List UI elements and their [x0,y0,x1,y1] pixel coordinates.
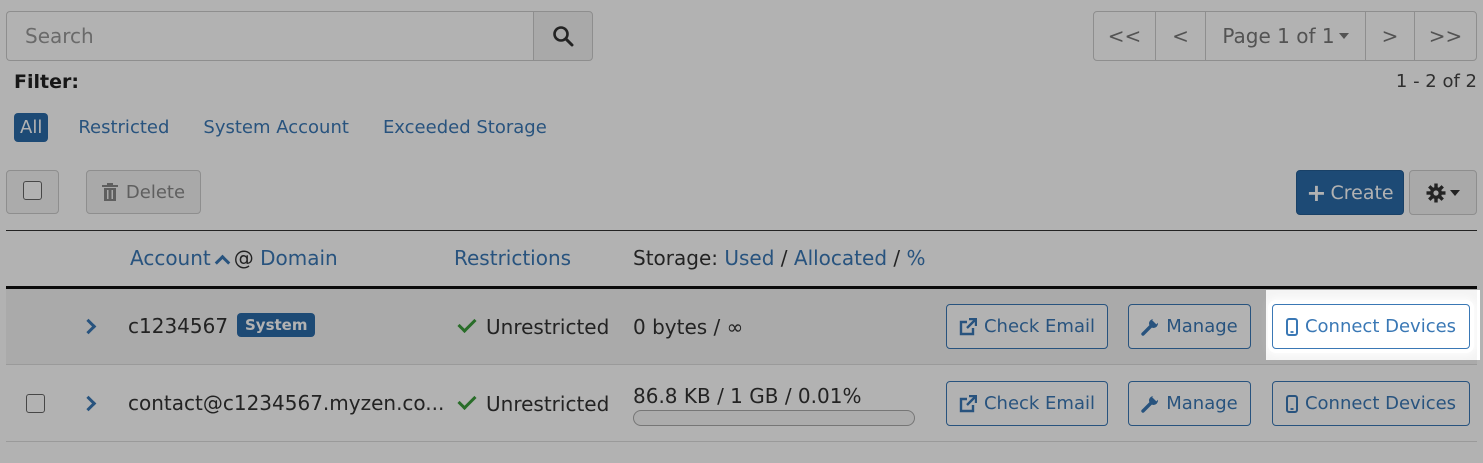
settings-dropdown-button[interactable] [1409,170,1477,215]
wrench-icon [1141,394,1160,413]
check-email-button[interactable]: Check Email [946,304,1108,349]
trash-icon [101,183,118,201]
restriction-status: Unrestricted [486,315,610,339]
external-link-icon [959,317,977,335]
connect-devices-button[interactable]: Connect Devices [1272,304,1470,349]
connect-devices-label: Connect Devices [1304,393,1457,414]
sort-percent[interactable]: % [906,246,925,270]
filter-tabs: All Restricted System Account Exceeded S… [14,113,577,142]
column-header-restrictions[interactable]: Restrictions [454,246,571,270]
create-label: Create [1330,181,1394,204]
manage-label: Manage [1166,393,1238,414]
account-name: contact@c1234567.myzen.co... [128,391,445,415]
prev-page-button[interactable]: < [1155,11,1206,61]
manage-button[interactable]: Manage [1128,304,1251,349]
next-page-button[interactable]: > [1365,11,1415,61]
create-button[interactable]: + Create [1296,170,1404,215]
delete-button[interactable]: Delete [86,170,201,214]
column-header-account: Account @ Domain [130,246,338,271]
row-checkbox[interactable] [26,394,45,413]
separator: / [893,246,901,270]
search-icon [553,26,574,47]
sort-ascending-icon [214,254,231,271]
sort-used[interactable]: Used [724,246,774,270]
sort-domain[interactable]: Domain [260,246,338,270]
manage-label: Manage [1166,316,1238,337]
mobile-phone-icon [1285,394,1298,413]
check-email-label: Check Email [983,316,1096,337]
system-badge: System [237,313,316,337]
storage-usage: 0 bytes / ∞ [633,315,744,339]
external-link-icon [959,394,977,412]
account-name: c1234567 [128,314,229,338]
filter-label: Filter: [14,71,79,93]
storage-usage: 86.8 KB / 1 GB / 0.01% [633,384,862,408]
sort-account[interactable]: Account [130,246,211,270]
storage-progress-bar [633,410,915,426]
chevron-down-icon [1338,33,1349,39]
connect-devices-label: Connect Devices [1304,316,1457,337]
sort-allocated[interactable]: Allocated [794,246,887,270]
delete-label: Delete [125,181,186,203]
gear-icon [1426,183,1446,202]
filter-all[interactable]: All [14,113,49,142]
check-email-label: Check Email [983,393,1096,414]
filter-exceeded-storage[interactable]: Exceeded Storage [379,113,551,142]
last-page-button[interactable]: >> [1414,11,1477,61]
page-label: Page 1 of 1 [1222,24,1335,48]
divider [6,230,1477,231]
search-input[interactable]: Search [6,11,534,61]
restriction-status-link[interactable]: Unrestricted [486,392,609,416]
pagination: << < Page 1 of 1 > >> [1093,11,1477,61]
storage-label: Storage: [633,246,718,270]
wrench-icon [1141,317,1160,336]
separator: / [780,246,788,270]
mobile-phone-icon [1285,317,1298,336]
chevron-down-icon [1450,189,1460,196]
column-header-storage: Storage: Used / Allocated / % [633,246,926,270]
first-page-button[interactable]: << [1093,11,1156,61]
result-count: 1 - 2 of 2 [1395,71,1477,92]
manage-button[interactable]: Manage [1128,381,1251,426]
search-button[interactable] [533,11,593,61]
page-select[interactable]: Page 1 of 1 [1205,11,1366,61]
at-symbol: @ [233,246,254,270]
select-all-toggle[interactable] [6,170,59,214]
filter-system-account[interactable]: System Account [199,113,353,142]
connect-devices-button[interactable]: Connect Devices [1272,381,1470,426]
filter-restricted[interactable]: Restricted [74,113,173,142]
plus-icon: + [1306,178,1327,207]
check-email-button[interactable]: Check Email [946,381,1108,426]
select-all-checkbox[interactable] [23,180,42,200]
